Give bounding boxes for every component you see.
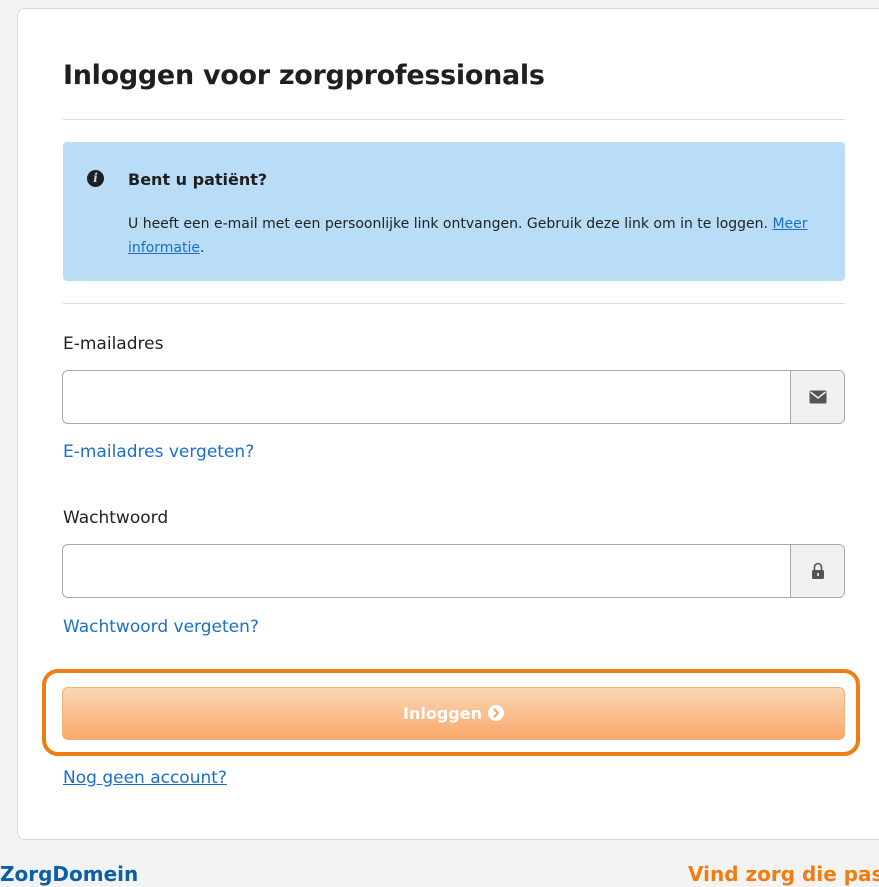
chevron-right-circle-icon [487,705,504,721]
footer-brand: ZorgDomein [0,862,139,886]
forgot-email-link[interactable]: E-mailadres vergeten? [63,442,254,462]
envelope-icon [809,390,826,404]
info-body: U heeft een e-mail met een persoonlijke … [128,212,828,260]
divider [63,303,845,304]
info-body-period: . [199,240,205,256]
login-button-label: Inloggen [403,704,482,723]
email-label: E-mailadres [63,334,164,354]
patient-info-box: i Bent u patiënt? U heeft een e-mail met… [63,142,845,281]
email-field[interactable] [63,371,790,423]
forgot-password-link[interactable]: Wachtwoord vergeten? [63,617,259,637]
divider [63,119,845,120]
register-link[interactable]: Nog geen account? [63,768,227,788]
password-field-group [62,544,845,598]
login-page: Inloggen voor zorgprofessionals i Bent u… [0,0,879,887]
info-circle-icon: i [87,170,104,187]
info-body-text: U heeft een e-mail met een persoonlijke … [128,216,768,232]
password-field[interactable] [63,545,790,597]
email-field-group [62,370,845,424]
password-label: Wachtwoord [63,508,169,528]
footer-slogan: Vind zorg die pas [688,862,879,886]
lock-icon [811,562,824,579]
email-addon [790,371,844,423]
page-title: Inloggen voor zorgprofessionals [63,60,545,91]
info-heading: Bent u patiënt? [128,170,268,189]
password-addon [790,545,844,597]
login-button[interactable]: Inloggen [62,687,845,740]
